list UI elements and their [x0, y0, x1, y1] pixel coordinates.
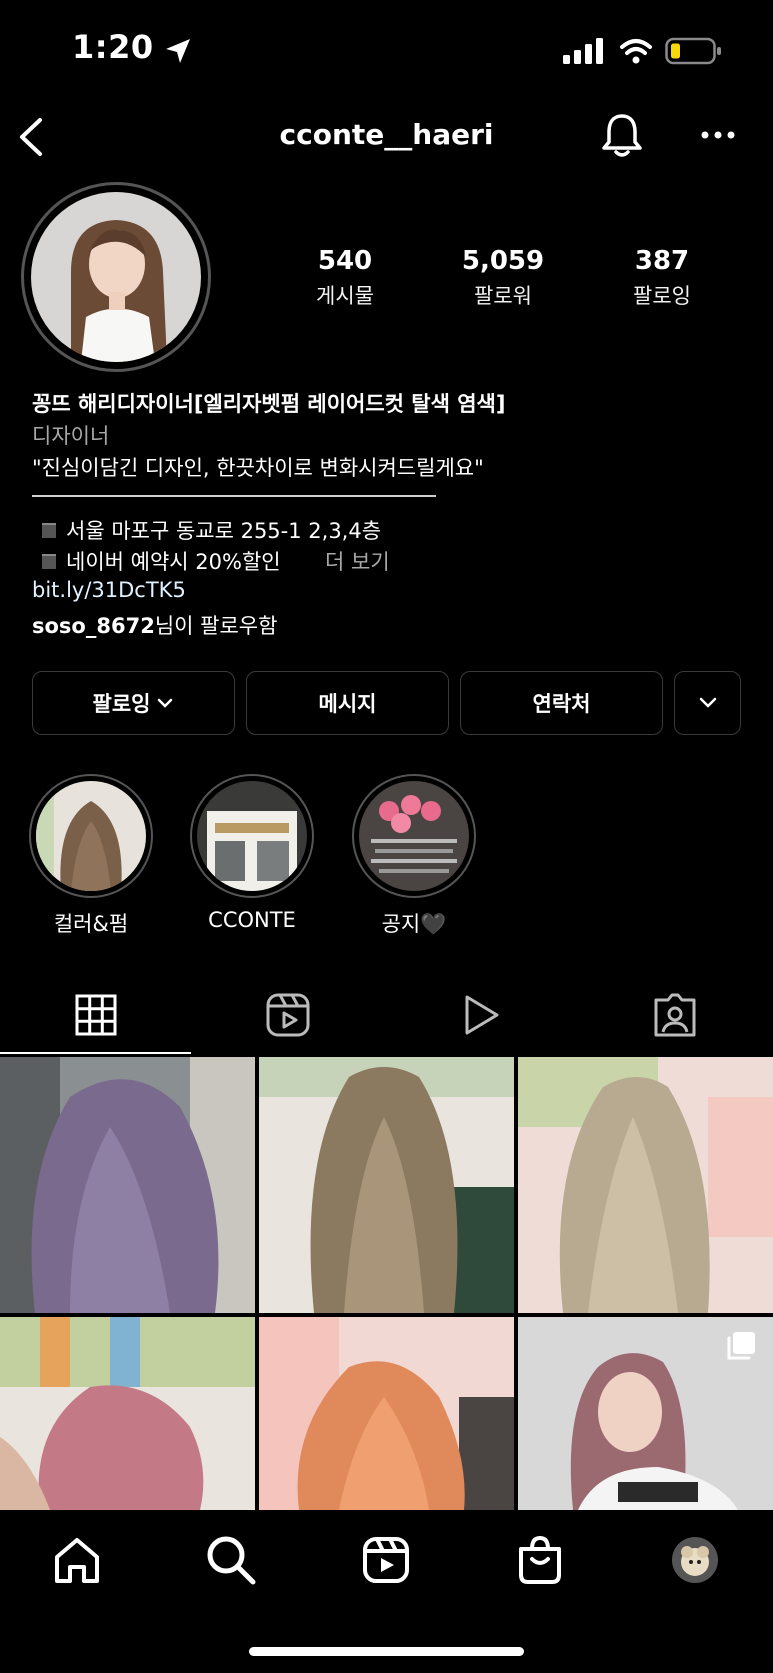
shopping-bag-icon	[519, 1535, 561, 1584]
location-arrow-icon	[166, 39, 190, 63]
highlight-label: CCONTE	[208, 908, 296, 932]
following-label: 팔로잉	[633, 284, 691, 308]
active-tab-indicator	[0, 1052, 191, 1054]
discount-square-icon	[42, 554, 56, 569]
reels-icon	[363, 1537, 409, 1583]
bio-discount: 네이버 예약시 20%할인	[66, 550, 281, 574]
nav-reels[interactable]	[354, 1528, 418, 1592]
post-thumbnail[interactable]	[0, 1057, 255, 1313]
bio-more-link[interactable]: 더 보기	[325, 546, 390, 576]
profile-name: 꽁뜨 해리디자이너[엘리자벳펌 레이어드컷 탈색 염색]	[32, 392, 506, 416]
multiple-photos-icon	[727, 1332, 755, 1360]
video-play-icon	[465, 995, 499, 1035]
address-square-icon	[42, 523, 56, 538]
post-thumbnail[interactable]	[259, 1317, 514, 1510]
posts-label: 게시물	[316, 284, 374, 308]
nav-search[interactable]	[199, 1528, 263, 1592]
post-thumbnail[interactable]	[259, 1057, 514, 1313]
home-indicator[interactable]	[249, 1647, 524, 1656]
signal-icon	[563, 38, 603, 64]
highlight-label: 공지🖤	[381, 912, 447, 936]
home-icon	[55, 1538, 99, 1583]
search-icon	[207, 1536, 256, 1585]
followed-by[interactable]: soso_8672님이 팔로우함	[32, 610, 277, 640]
followed-by-suffix: 님이 팔로우함	[154, 614, 278, 638]
following-count: 387	[634, 246, 690, 276]
following-button[interactable]: 팔로잉	[32, 671, 235, 735]
profile-tagline: "진심이담긴 디자인, 한끗차이로 변화시켜드릴게요"	[32, 456, 484, 480]
highlight-color-perm-thumb[interactable]	[36, 781, 146, 891]
followers-count: 5,059	[461, 246, 545, 276]
battery-icon	[665, 37, 721, 65]
posts-stat[interactable]: 540 게시물	[265, 246, 425, 310]
followed-by-username: soso_8672	[32, 614, 155, 638]
highlight-cconte-thumb[interactable]	[197, 781, 307, 891]
bell-icon[interactable]	[600, 112, 644, 160]
post-thumbnail[interactable]	[518, 1057, 773, 1313]
reels-icon	[266, 993, 310, 1037]
status-time: 1:20	[72, 28, 154, 66]
bio-link[interactable]: bit.ly/31DcTK5	[32, 578, 186, 602]
highlight-label: 컬러&펌	[53, 912, 129, 936]
profile-category: 디자이너	[32, 424, 110, 448]
followers-stat[interactable]: 5,059 팔로워	[423, 246, 583, 310]
more-options-icon[interactable]	[700, 128, 736, 142]
post-thumbnail[interactable]	[518, 1317, 773, 1510]
followers-label: 팔로워	[474, 284, 532, 308]
nav-profile[interactable]	[663, 1528, 727, 1592]
bio-divider	[32, 495, 436, 497]
bio-address: 서울 마포구 동교로 255-1 2,3,4층	[66, 519, 382, 543]
following-button-label: 팔로잉	[92, 692, 151, 716]
tab-tagged[interactable]	[645, 985, 705, 1045]
following-stat[interactable]: 387 팔로잉	[582, 246, 742, 310]
grid-icon	[75, 994, 117, 1036]
contact-button[interactable]: 연락처	[460, 671, 663, 735]
nav-home[interactable]	[45, 1528, 109, 1592]
message-button-label: 메시지	[318, 692, 377, 716]
message-button[interactable]: 메시지	[246, 671, 449, 735]
post-thumbnail[interactable]	[0, 1317, 255, 1510]
avatar[interactable]	[31, 192, 201, 362]
posts-count: 540	[317, 246, 373, 276]
wifi-icon	[620, 39, 652, 64]
suggested-accounts-button[interactable]	[674, 671, 741, 735]
tab-reels[interactable]	[258, 985, 318, 1045]
chevron-down-icon	[699, 697, 716, 708]
profile-avatar-icon	[672, 1537, 718, 1583]
highlight-notice-thumb[interactable]	[359, 781, 469, 891]
tagged-icon	[654, 993, 696, 1037]
tab-videos[interactable]	[451, 985, 511, 1045]
tab-posts-grid[interactable]	[66, 985, 126, 1045]
chevron-down-icon	[158, 698, 173, 708]
nav-shop[interactable]	[508, 1528, 572, 1592]
contact-button-label: 연락처	[532, 692, 591, 716]
profile-username: cconte__haeri	[279, 118, 494, 151]
